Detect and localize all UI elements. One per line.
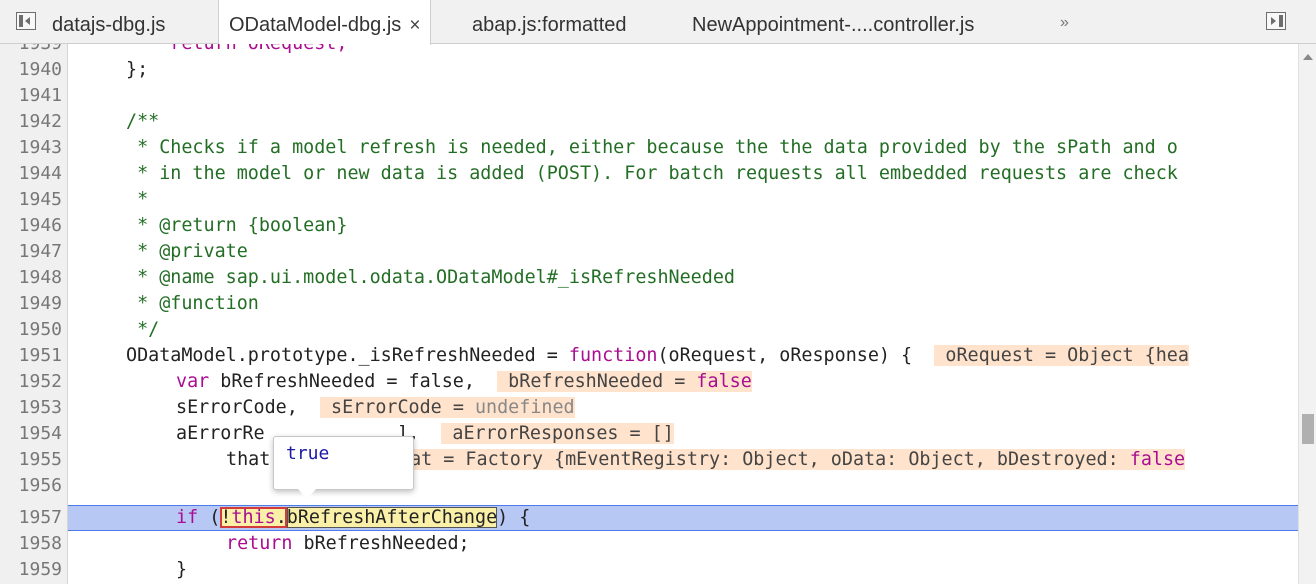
more-tabs-icon[interactable]: » bbox=[1060, 0, 1069, 46]
line-number[interactable]: 1948 bbox=[0, 265, 62, 291]
tab-newappointment-controller[interactable]: NewAppointment-....controller.js bbox=[692, 0, 974, 44]
code-text: bRefreshNeeded = false, bbox=[209, 371, 475, 392]
inline-value: hat = Factory {mEventRegistry: Object, o… bbox=[399, 449, 1186, 470]
keyword: return bbox=[226, 533, 293, 554]
comment-line: * Checks if a model refresh is needed, e… bbox=[126, 137, 1178, 158]
inline-value-text: hat = Factory {mEventRegistry: Object, o… bbox=[399, 449, 1130, 470]
line-number[interactable]: 1947 bbox=[0, 239, 62, 265]
scroll-up-icon[interactable] bbox=[1303, 54, 1313, 60]
line-number[interactable]: 1956 bbox=[0, 473, 62, 499]
inline-value-text: sErrorCode = bbox=[319, 397, 475, 418]
vertical-scrollbar[interactable] bbox=[1298, 44, 1316, 584]
code-line: sErrorCode, sErrorCode = undefined bbox=[176, 395, 575, 421]
comment-line: */ bbox=[126, 319, 160, 340]
line-number[interactable]: 1952 bbox=[0, 369, 62, 395]
code-line: ODataModel.prototype._isRefreshNeeded = … bbox=[126, 343, 1189, 369]
line-number[interactable]: 1959 bbox=[0, 557, 62, 583]
inline-value: aErrorResponses = [] bbox=[441, 423, 674, 444]
code-text: that bbox=[226, 449, 271, 470]
keyword: function bbox=[568, 345, 658, 366]
line-number[interactable]: 1954 bbox=[0, 421, 62, 447]
code-text: return oRequest; bbox=[126, 44, 347, 54]
code-line: return oRequest; bbox=[126, 44, 347, 57]
tab-label: datajs-dbg.js bbox=[52, 14, 166, 36]
line-number[interactable]: 1939 bbox=[0, 44, 62, 57]
code-text: ( bbox=[198, 507, 221, 528]
toggle-debugger-icon[interactable] bbox=[1266, 12, 1286, 30]
line-number[interactable]: 1943 bbox=[0, 135, 62, 161]
inline-value-keyword: false bbox=[1129, 449, 1186, 470]
comment-line: * @name sap.ui.model.odata.ODataModel#_i… bbox=[126, 267, 735, 288]
line-number[interactable]: 1955 bbox=[0, 447, 62, 473]
line-number[interactable]: 1958 bbox=[0, 531, 62, 557]
hover-expression[interactable]: !this. bbox=[220, 507, 287, 528]
code-line: aErrorRe bbox=[176, 421, 265, 447]
tab-bar: datajs-dbg.js ODataModel-dbg.js × abap.js… bbox=[0, 0, 1316, 46]
value-popover: true bbox=[273, 436, 414, 499]
inline-value: oRequest = Object {hea bbox=[934, 345, 1189, 366]
code-text: bRefreshNeeded; bbox=[292, 533, 470, 554]
line-number[interactable]: 1941 bbox=[0, 83, 62, 109]
line-number[interactable]: 1942 bbox=[0, 109, 62, 135]
code-line: that bbox=[226, 447, 270, 473]
tab-abap-formatted[interactable]: abap.js:formatted bbox=[472, 0, 627, 44]
code-editor[interactable]: 1939 1940 1941 1942 1943 1944 1945 1946 … bbox=[0, 44, 1298, 584]
line-number[interactable]: 1944 bbox=[0, 161, 62, 187]
scrollbar-thumb[interactable] bbox=[1302, 414, 1314, 444]
popover-arrow bbox=[298, 489, 316, 499]
tab-label: ODataModel-dbg.js bbox=[229, 14, 402, 36]
line-number[interactable]: 1950 bbox=[0, 317, 62, 343]
code-line: return bRefreshNeeded; bbox=[226, 531, 470, 557]
tab-label: NewAppointment-....controller.js bbox=[692, 14, 975, 36]
line-number[interactable]: 1953 bbox=[0, 395, 62, 421]
comment-line: * @return {boolean} bbox=[126, 215, 348, 236]
tab-odatamodel-dbg[interactable]: ODataModel-dbg.js × bbox=[218, 0, 432, 45]
line-number[interactable]: 1940 bbox=[0, 57, 62, 83]
inline-value-undefined: undefined bbox=[474, 397, 575, 418]
line-number[interactable]: 1951 bbox=[0, 343, 62, 369]
code-line-tail: hat = Factory {mEventRegistry: Object, o… bbox=[399, 447, 1186, 473]
comment-line: * @function bbox=[126, 293, 259, 314]
inline-value-keyword: false bbox=[696, 371, 752, 392]
code-text: (oRequest, oResponse) { bbox=[657, 345, 913, 366]
keyword: var bbox=[176, 371, 210, 392]
comment-line: * @private bbox=[126, 241, 248, 262]
code-line: var bRefreshNeeded = false, bRefreshNeed… bbox=[176, 369, 752, 395]
line-number-current[interactable]: 1957 bbox=[0, 505, 62, 531]
keyword: this bbox=[231, 507, 276, 528]
line-number[interactable]: 1945 bbox=[0, 187, 62, 213]
code-text: aErrorRe bbox=[176, 423, 265, 444]
inline-value: bRefreshNeeded = false bbox=[497, 371, 752, 392]
tab-label: abap.js:formatted bbox=[472, 14, 627, 36]
code-line: } bbox=[176, 559, 188, 580]
current-code-line: if (!this.bRefreshAfterChange) { bbox=[176, 505, 530, 531]
hovered-property[interactable]: bRefreshAfterChange bbox=[286, 507, 498, 528]
inline-value: sErrorCode = undefined bbox=[319, 397, 575, 418]
toggle-navigator-icon[interactable] bbox=[16, 12, 36, 30]
code-text: ODataModel.prototype._isRefreshNeeded = bbox=[126, 345, 569, 366]
inline-value-text: bRefreshNeeded = bbox=[497, 371, 697, 392]
line-number[interactable]: 1946 bbox=[0, 213, 62, 239]
code-text: sErrorCode, bbox=[176, 397, 298, 418]
code-line: }; bbox=[126, 59, 149, 80]
keyword: if bbox=[176, 507, 199, 528]
popover-value: true bbox=[286, 443, 330, 464]
comment-line: /** bbox=[126, 111, 160, 132]
comment-line: * bbox=[126, 189, 149, 210]
code-text: . bbox=[275, 507, 287, 528]
tab-datajs-dbg[interactable]: datajs-dbg.js bbox=[52, 0, 165, 44]
code-text: ) { bbox=[497, 507, 531, 528]
code-line-tail: ], aErrorResponses = [] bbox=[397, 421, 674, 447]
comment-line: * in the model or new data is added (POS… bbox=[126, 163, 1178, 184]
code-text: ! bbox=[220, 507, 232, 528]
line-number[interactable]: 1949 bbox=[0, 291, 62, 317]
